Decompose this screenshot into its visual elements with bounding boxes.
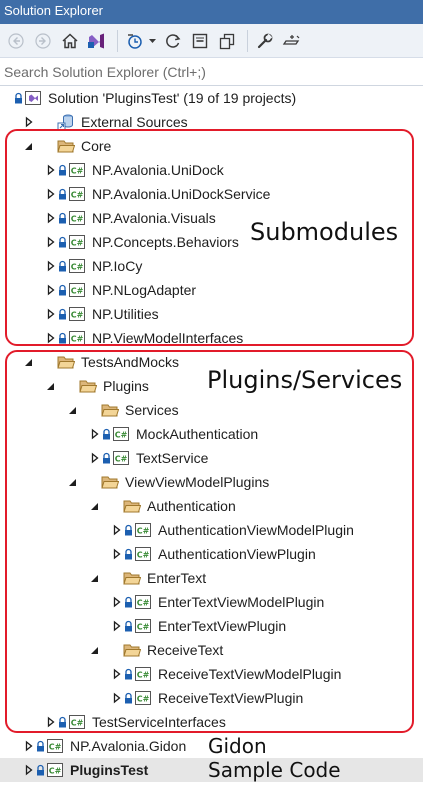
sync-icon — [166, 33, 181, 48]
lock-icon — [36, 740, 45, 752]
plugins-services-annotation: Plugins/Services — [207, 366, 403, 394]
lock-icon — [14, 92, 23, 104]
switch-views-button[interactable] — [85, 29, 109, 53]
collapsed-triangle-icon — [25, 116, 33, 128]
sample-code-annotation: Sample Code — [208, 758, 341, 782]
back-button[interactable] — [4, 29, 28, 53]
filter-dropdown-arrow[interactable] — [147, 29, 157, 53]
collapsed-arrow-icon[interactable] — [24, 116, 34, 128]
csharp-project-icon: C# — [46, 761, 64, 779]
padlock-icon — [15, 92, 22, 104]
collapsed-triangle-icon — [25, 740, 33, 752]
toolbar-separator — [117, 29, 118, 52]
search-bar — [0, 58, 423, 86]
clock-filter-icon — [128, 33, 142, 49]
solution-icon — [24, 89, 42, 107]
solution-icon-glyph — [25, 91, 41, 105]
preview-selected-button[interactable] — [280, 29, 304, 53]
chevron-down-icon — [148, 38, 156, 43]
forward-arrow-icon — [35, 32, 51, 49]
tree-item-label: NP.Avalonia.Gidon — [70, 738, 187, 754]
toolbar-separator — [247, 29, 248, 52]
lock-icon — [36, 764, 45, 776]
window-title: Solution Explorer — [0, 0, 423, 24]
tree-item-label: PluginsTest — [70, 762, 149, 778]
plugins-highlight-box — [5, 350, 414, 733]
back-arrow-icon — [8, 32, 24, 49]
wrench-icon — [257, 33, 273, 48]
gidon-annotation: Gidon — [208, 734, 267, 758]
padlock-icon — [37, 740, 44, 752]
csharp-project-icon-glyph: C# — [47, 763, 63, 777]
collapse-all-button[interactable] — [188, 29, 212, 53]
pending-changes-filter-button[interactable] — [123, 29, 147, 53]
padlock-icon — [37, 764, 44, 776]
home-icon — [62, 32, 78, 48]
preview-icon — [282, 34, 300, 45]
collapse-all-icon — [192, 33, 208, 48]
properties-button[interactable] — [253, 29, 277, 53]
show-all-files-button[interactable] — [215, 29, 239, 53]
submodules-annotation: Submodules — [250, 218, 399, 246]
sync-button[interactable] — [161, 29, 185, 53]
forward-button[interactable] — [31, 29, 55, 53]
svg-text:C#: C# — [49, 767, 62, 776]
svg-text:C#: C# — [49, 743, 62, 752]
collapsed-arrow-icon[interactable] — [24, 740, 34, 752]
search-input[interactable] — [0, 58, 423, 85]
tree-item-solution[interactable]: Solution 'PluginsTest' (19 of 19 project… — [0, 86, 423, 110]
toolbar — [0, 24, 423, 58]
collapsed-arrow-icon[interactable] — [24, 764, 34, 776]
collapsed-triangle-icon — [25, 764, 33, 776]
csharp-project-icon-glyph: C# — [47, 739, 63, 753]
visual-studio-icon — [88, 33, 104, 48]
csharp-project-icon: C# — [46, 737, 64, 755]
show-all-files-icon — [219, 33, 235, 49]
tree-item-label: Solution 'PluginsTest' (19 of 19 project… — [48, 90, 297, 106]
home-button[interactable] — [58, 29, 82, 53]
